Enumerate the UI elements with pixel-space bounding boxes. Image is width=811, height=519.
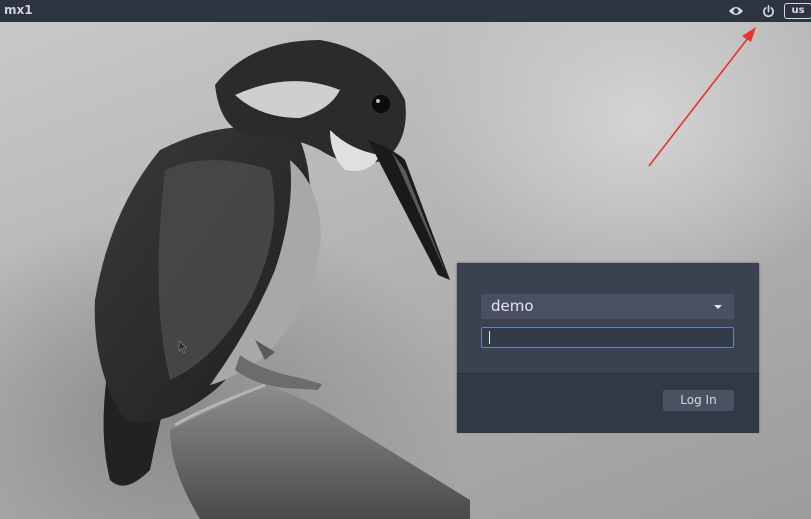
text-cursor xyxy=(489,331,490,344)
user-select-dropdown[interactable]: demo xyxy=(481,294,734,319)
mouse-pointer-icon xyxy=(178,340,188,354)
password-input[interactable] xyxy=(481,327,734,348)
selected-user: demo xyxy=(491,297,534,315)
login-credentials-section: demo xyxy=(457,263,759,373)
login-button[interactable]: Log In xyxy=(663,390,734,411)
annotation-arrow xyxy=(648,27,756,167)
chevron-down-icon xyxy=(714,305,722,309)
login-box: demo Log In xyxy=(457,263,759,433)
